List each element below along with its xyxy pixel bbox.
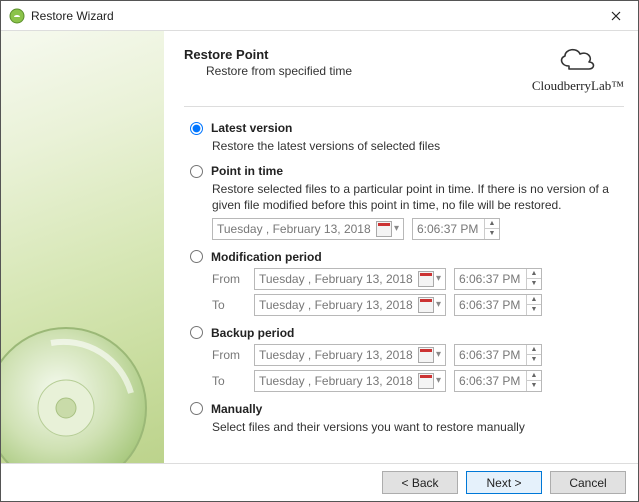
radio-latest-version[interactable] [190,122,203,135]
bak-to-date-picker[interactable]: Tuesday , February 13, 2018 ▾ [254,370,446,392]
brand-name: CloudberryLab™ [532,78,624,94]
calendar-icon [418,297,434,313]
mod-from-date-picker[interactable]: Tuesday , February 13, 2018 ▾ [254,268,446,290]
mod-to-date-value: Tuesday , February 13, 2018 [259,298,413,312]
mod-to-date-picker[interactable]: Tuesday , February 13, 2018 ▾ [254,294,446,316]
title-bar: Restore Wizard [1,1,638,31]
page-title: Restore Point [184,47,532,62]
radio-modification-period[interactable] [190,250,203,263]
close-icon [611,11,621,21]
bak-from-time-value: 6:06:37 PM [459,348,520,362]
calendar-icon [418,373,434,389]
time-spinner[interactable]: ▲▼ [526,295,541,315]
pit-time-value: 6:06:37 PM [417,222,478,236]
divider [184,106,624,107]
mod-from-label: From [212,272,246,286]
pit-date-picker[interactable]: Tuesday , February 13, 2018 ▾ [212,218,404,240]
label-modification-period[interactable]: Modification period [211,250,322,264]
time-spinner[interactable]: ▲▼ [526,345,541,365]
label-manually[interactable]: Manually [211,402,262,416]
brand-logo: CloudberryLab™ [532,43,624,94]
mod-from-date-value: Tuesday , February 13, 2018 [259,272,413,286]
pit-date-value: Tuesday , February 13, 2018 [217,222,371,236]
bak-from-date-value: Tuesday , February 13, 2018 [259,348,413,362]
time-spinner[interactable]: ▲▼ [484,219,499,239]
wizard-footer: < Back Next > Cancel [1,463,638,501]
cloud-icon [555,43,601,73]
chevron-down-icon: ▾ [436,375,441,386]
app-icon [9,8,25,24]
chevron-down-icon: ▾ [436,299,441,310]
mod-to-time-picker[interactable]: 6:06:37 PM ▲▼ [454,294,542,316]
bak-to-label: To [212,374,246,388]
label-point-in-time[interactable]: Point in time [211,164,283,178]
close-button[interactable] [593,1,638,31]
mod-from-time-value: 6:06:37 PM [459,272,520,286]
mod-from-time-picker[interactable]: 6:06:37 PM ▲▼ [454,268,542,290]
pit-time-picker[interactable]: 6:06:37 PM ▲▼ [412,218,500,240]
chevron-down-icon: ▾ [394,223,399,234]
label-latest-version[interactable]: Latest version [211,121,292,135]
window-title: Restore Wizard [31,9,114,23]
time-spinner[interactable]: ▲▼ [526,269,541,289]
mod-to-time-value: 6:06:37 PM [459,298,520,312]
bak-to-time-picker[interactable]: 6:06:37 PM ▲▼ [454,370,542,392]
cancel-button[interactable]: Cancel [550,471,626,494]
calendar-icon [376,221,392,237]
radio-backup-period[interactable] [190,326,203,339]
bak-from-label: From [212,348,246,362]
bak-to-time-value: 6:06:37 PM [459,374,520,388]
mod-to-label: To [212,298,246,312]
disc-illustration [1,323,151,463]
radio-point-in-time[interactable] [190,165,203,178]
next-button[interactable]: Next > [466,471,542,494]
desc-point-in-time: Restore selected files to a particular p… [212,181,624,213]
label-backup-period[interactable]: Backup period [211,326,294,340]
bak-from-time-picker[interactable]: 6:06:37 PM ▲▼ [454,344,542,366]
chevron-down-icon: ▾ [436,349,441,360]
calendar-icon [418,271,434,287]
radio-manually[interactable] [190,402,203,415]
wizard-sidebar [1,31,164,463]
wizard-content: Restore Point Restore from specified tim… [164,31,638,463]
time-spinner[interactable]: ▲▼ [526,371,541,391]
desc-latest-version: Restore the latest versions of selected … [212,138,624,154]
chevron-down-icon: ▾ [436,273,441,284]
bak-to-date-value: Tuesday , February 13, 2018 [259,374,413,388]
page-subtitle: Restore from specified time [206,64,532,78]
calendar-icon [418,347,434,363]
desc-manually: Select files and their versions you want… [212,419,624,435]
back-button[interactable]: < Back [382,471,458,494]
bak-from-date-picker[interactable]: Tuesday , February 13, 2018 ▾ [254,344,446,366]
